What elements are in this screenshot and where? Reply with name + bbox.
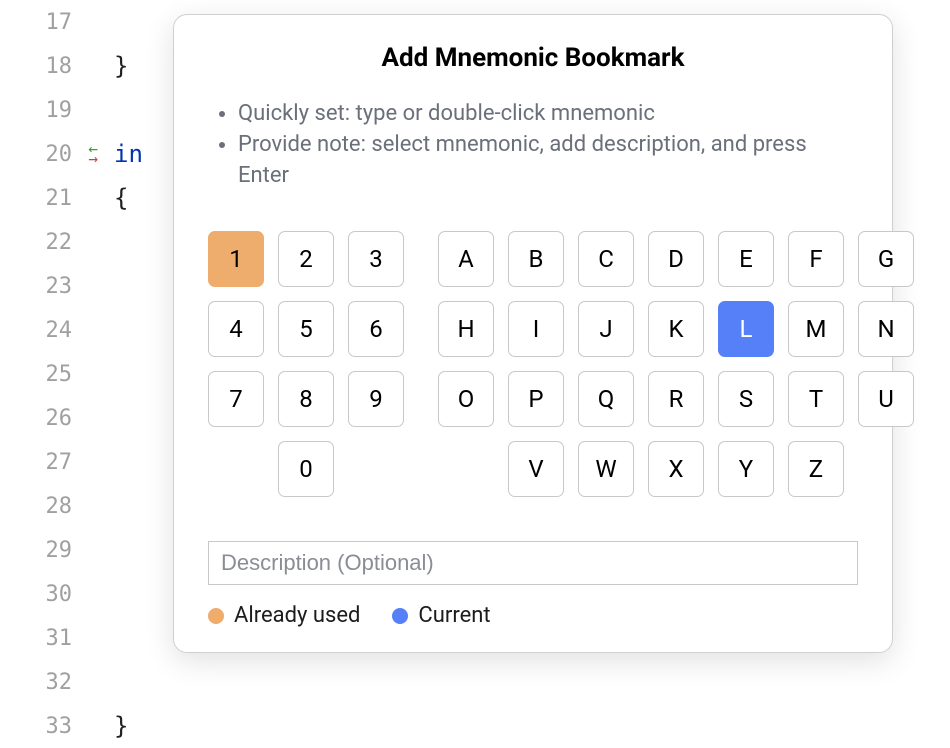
dot-icon <box>208 608 224 624</box>
mnemonic-key-A[interactable]: A <box>438 231 494 287</box>
mnemonic-key-M[interactable]: M <box>788 301 844 357</box>
mnemonic-key-K[interactable]: K <box>648 301 704 357</box>
mnemonic-key-U[interactable]: U <box>858 371 914 427</box>
mnemonic-key-6[interactable]: 6 <box>348 301 404 357</box>
legend-label: Current <box>418 603 490 628</box>
mnemonic-key-0[interactable]: 0 <box>278 441 334 497</box>
dot-icon <box>392 608 408 624</box>
line-number: 28 <box>0 484 100 528</box>
description-input[interactable] <box>208 541 858 585</box>
mnemonic-key-L[interactable]: L <box>718 301 774 357</box>
mnemonic-key-7[interactable]: 7 <box>208 371 264 427</box>
hint-item: Provide note: select mnemonic, add descr… <box>238 130 858 192</box>
mnemonic-key-W[interactable]: W <box>578 441 634 497</box>
line-number: 21 <box>0 176 100 220</box>
number-keys: 123 456 7890 <box>208 231 404 497</box>
line-number: 19 <box>0 88 100 132</box>
mnemonic-key-1[interactable]: 1 <box>208 231 264 287</box>
mnemonic-key-Q[interactable]: Q <box>578 371 634 427</box>
legend-label: Already used <box>234 603 360 628</box>
line-number: 29 <box>0 528 100 572</box>
line-number: 24 <box>0 308 100 352</box>
line-number: 22 <box>0 220 100 264</box>
mnemonic-key-Z[interactable]: Z <box>788 441 844 497</box>
hint-item: Quickly set: type or double-click mnemon… <box>238 99 858 130</box>
mnemonic-key-I[interactable]: I <box>508 301 564 357</box>
line-number: 27 <box>0 440 100 484</box>
diff-arrows-icon: ←→ <box>88 144 98 164</box>
mnemonic-key-C[interactable]: C <box>578 231 634 287</box>
line-number: 18 <box>0 44 100 88</box>
mnemonic-key-D[interactable]: D <box>648 231 704 287</box>
mnemonic-bookmark-popup: Add Mnemonic Bookmark Quickly set: type … <box>173 14 893 653</box>
mnemonic-key-J[interactable]: J <box>578 301 634 357</box>
mnemonic-key-V[interactable]: V <box>508 441 564 497</box>
mnemonic-key-S[interactable]: S <box>718 371 774 427</box>
mnemonic-key-N[interactable]: N <box>858 301 914 357</box>
mnemonic-key-grid: 1234567890 ABCDEFGHIJKLMNOPQRSTUVWXYZ <box>208 231 858 497</box>
legend-current: Current <box>392 603 490 628</box>
legend: Already used Current <box>208 603 858 628</box>
code-line[interactable]: } <box>100 704 950 748</box>
mnemonic-key-E[interactable]: E <box>718 231 774 287</box>
mnemonic-key-H[interactable]: H <box>438 301 494 357</box>
mnemonic-key-Y[interactable]: Y <box>718 441 774 497</box>
mnemonic-key-9[interactable]: 9 <box>348 371 404 427</box>
mnemonic-key-5[interactable]: 5 <box>278 301 334 357</box>
hint-list: Quickly set: type or double-click mnemon… <box>216 99 858 191</box>
line-number: 33 <box>0 704 100 748</box>
line-number: 25 <box>0 352 100 396</box>
line-number: 17 <box>0 0 100 44</box>
legend-already-used: Already used <box>208 603 360 628</box>
mnemonic-key-G[interactable]: G <box>858 231 914 287</box>
mnemonic-key-8[interactable]: 8 <box>278 371 334 427</box>
line-number: 23 <box>0 264 100 308</box>
mnemonic-key-B[interactable]: B <box>508 231 564 287</box>
line-number: 31 <box>0 616 100 660</box>
mnemonic-key-F[interactable]: F <box>788 231 844 287</box>
mnemonic-key-T[interactable]: T <box>788 371 844 427</box>
line-number: 20←→ <box>0 132 100 176</box>
letter-keys: ABCDEFG HIJKLMN OPQRSTU VWXYZ <box>438 231 914 497</box>
line-gutter: 17181920←→21222324252627282930313233 <box>0 0 100 748</box>
mnemonic-key-O[interactable]: O <box>438 371 494 427</box>
line-number: 26 <box>0 396 100 440</box>
mnemonic-key-X[interactable]: X <box>648 441 704 497</box>
mnemonic-key-4[interactable]: 4 <box>208 301 264 357</box>
mnemonic-key-P[interactable]: P <box>508 371 564 427</box>
line-number: 30 <box>0 572 100 616</box>
popup-title: Add Mnemonic Bookmark <box>208 43 858 73</box>
mnemonic-key-2[interactable]: 2 <box>278 231 334 287</box>
line-number: 32 <box>0 660 100 704</box>
mnemonic-key-3[interactable]: 3 <box>348 231 404 287</box>
mnemonic-key-R[interactable]: R <box>648 371 704 427</box>
code-line[interactable] <box>100 660 950 704</box>
